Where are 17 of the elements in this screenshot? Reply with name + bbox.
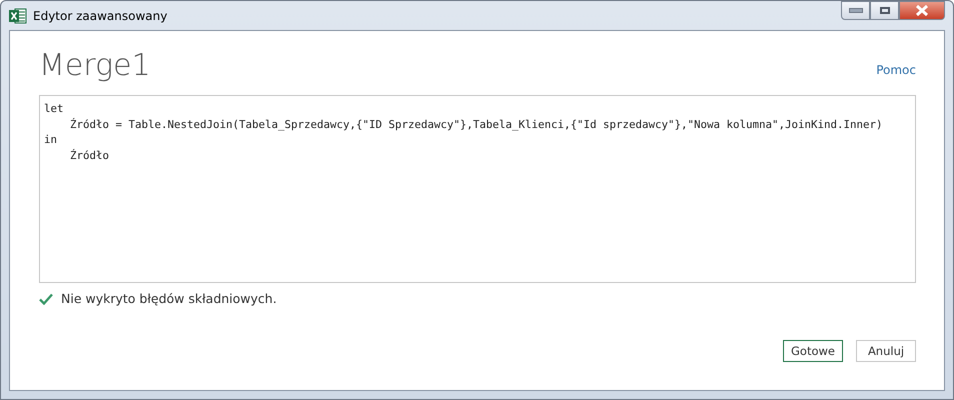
help-link[interactable]: Pomoc bbox=[876, 63, 916, 77]
code-line: in bbox=[44, 132, 58, 148]
close-icon bbox=[915, 5, 929, 16]
maximize-button[interactable] bbox=[870, 1, 899, 20]
code-line: let bbox=[44, 101, 64, 116]
code-editor[interactable]: let Źródło = Table.NestedJoin(Tabela_Sprzedawcy,{"ID Sprzedawcy"},Tabela_Klienci,{"Id sprzedawcy"},"Nowa kolumna",JoinKind.Inner) in Źródło bbox=[39, 95, 916, 283]
cancel-button[interactable]: Anuluj bbox=[856, 340, 916, 362]
code-line: Źródło bbox=[69, 148, 110, 163]
window-title: Edytor zaawansowany bbox=[33, 8, 168, 22]
query-name: Merge1 bbox=[39, 51, 151, 81]
close-button[interactable] bbox=[899, 1, 945, 20]
done-button[interactable]: Gotowe bbox=[783, 340, 843, 362]
spreadsheet-app-icon bbox=[9, 8, 27, 24]
minimize-button[interactable] bbox=[841, 1, 870, 20]
checkmark-icon bbox=[39, 292, 53, 304]
code-line: Źródło = Table.NestedJoin(Tabela_Sprzedawcy,{"ID Sprzedawcy"},Tabela_Klienci,{"Id sprzedawcy"},"Nowa kolumna",JoinKind.Inner) bbox=[69, 116, 883, 132]
status-message: Nie wykryto błędów składniowych. bbox=[61, 291, 277, 306]
